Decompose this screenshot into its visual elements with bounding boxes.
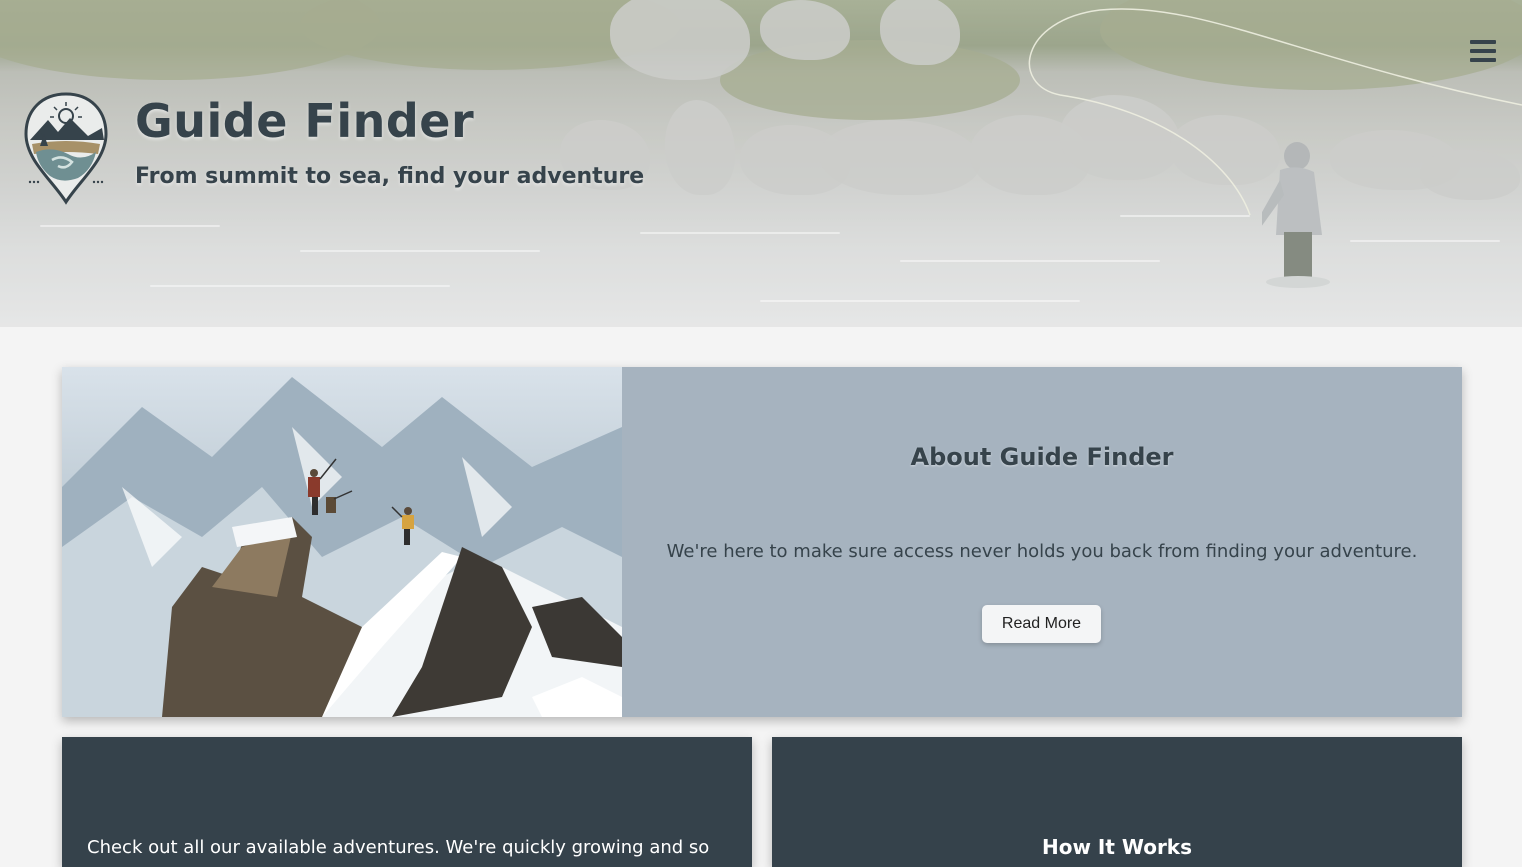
about-panel: About Guide Finder We're here to make su…: [622, 367, 1462, 717]
adventures-card: Check out all our available adventures. …: [62, 737, 752, 867]
how-it-works-card: How It Works: [772, 737, 1462, 867]
hamburger-menu-icon[interactable]: [1470, 40, 1496, 62]
hamburger-bar: [1470, 40, 1496, 44]
site-title: Guide Finder: [135, 94, 475, 148]
read-more-button[interactable]: Read More: [982, 605, 1101, 643]
hamburger-bar: [1470, 58, 1496, 62]
about-card: About Guide Finder We're here to make su…: [62, 367, 1462, 717]
site-tagline: From summit to sea, find your adventure: [135, 164, 645, 189]
hamburger-bar: [1470, 49, 1496, 53]
about-heading: About Guide Finder: [910, 443, 1174, 471]
about-description: We're here to make sure access never hol…: [666, 541, 1418, 562]
climbers-on-snowy-peak-photo: [62, 367, 622, 717]
hero-banner: Guide Finder From summit to sea, find yo…: [0, 0, 1522, 327]
how-it-works-heading: How It Works: [1041, 835, 1193, 859]
map-pin-mountain-logo-icon[interactable]: [22, 90, 110, 206]
